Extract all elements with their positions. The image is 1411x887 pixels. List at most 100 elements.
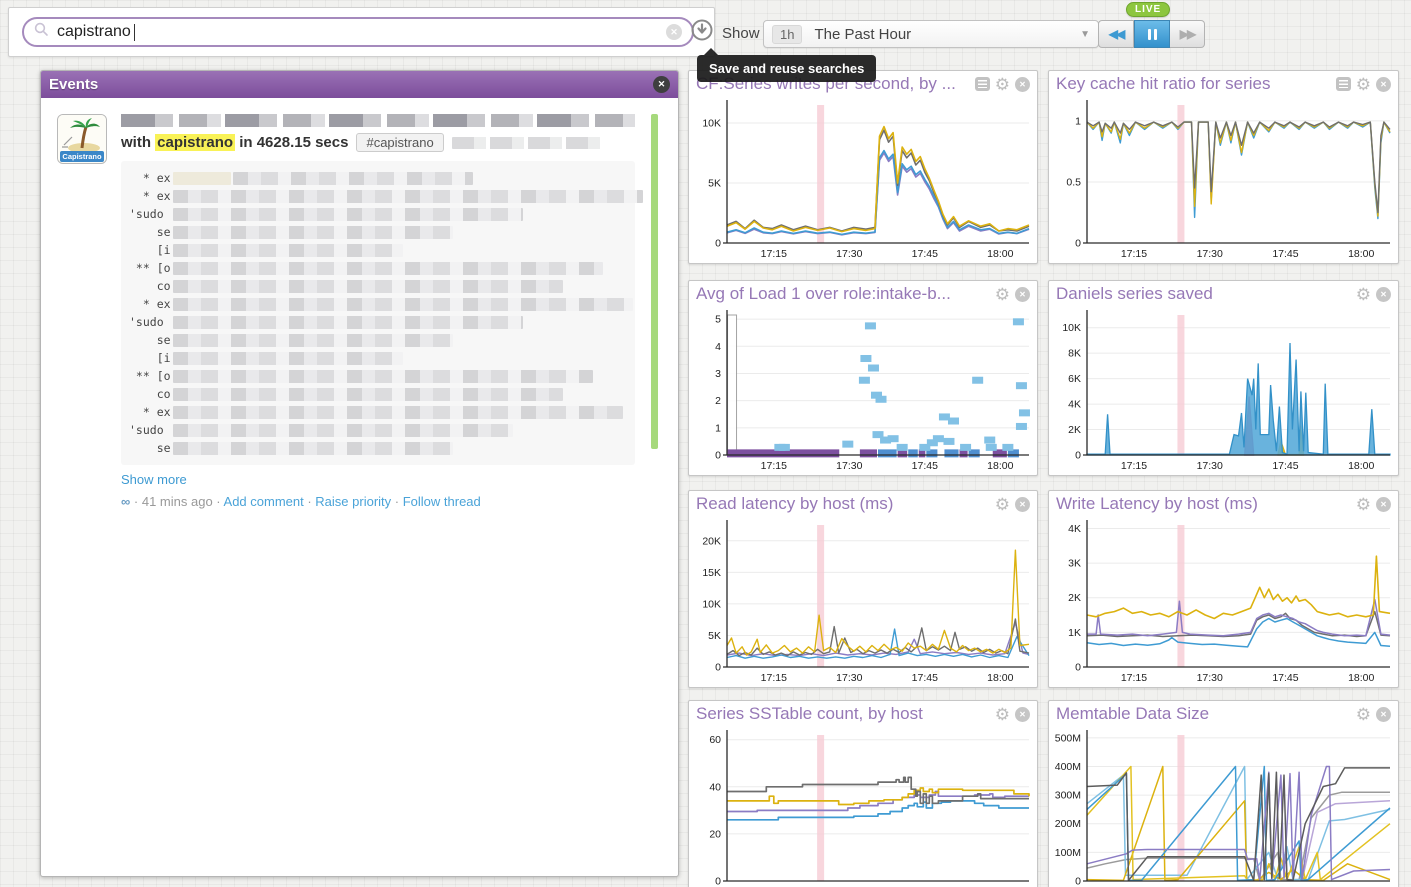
close-icon[interactable]: ✕ bbox=[1376, 77, 1391, 92]
rewind-button[interactable]: ◀◀ bbox=[1098, 20, 1134, 48]
permalink-icon[interactable]: ∞ bbox=[121, 494, 130, 509]
list-icon[interactable] bbox=[1336, 77, 1351, 91]
event-status-bar bbox=[651, 114, 658, 449]
svg-text:4K: 4K bbox=[1068, 399, 1081, 411]
svg-text:17:45: 17:45 bbox=[912, 460, 938, 472]
svg-text:4K: 4K bbox=[1068, 523, 1081, 535]
svg-text:200M: 200M bbox=[1055, 818, 1081, 830]
close-icon[interactable]: ✕ bbox=[1015, 707, 1030, 722]
fast-forward-button[interactable]: ▶▶ bbox=[1170, 20, 1205, 48]
svg-text:2K: 2K bbox=[1068, 592, 1081, 604]
gear-icon[interactable]: ⚙ bbox=[995, 496, 1010, 513]
chart-card-daniels-series: Daniels series saved ⚙✕ 02K4K6K8K10K17:1… bbox=[1048, 280, 1399, 476]
chart-canvas-read-latency[interactable]: 05K10K15K20K17:1517:3017:4518:00 bbox=[689, 517, 1037, 687]
gear-icon[interactable]: ⚙ bbox=[1356, 76, 1371, 93]
gear-icon[interactable]: ⚙ bbox=[1356, 706, 1371, 723]
svg-text:10K: 10K bbox=[1062, 322, 1081, 334]
events-close-icon[interactable]: ✕ bbox=[653, 76, 670, 93]
close-icon[interactable]: ✕ bbox=[1376, 287, 1391, 302]
timeframe-dropdown[interactable]: 1h The Past Hour ▼ bbox=[763, 20, 1099, 48]
event-meta: ∞ · 41 mins ago · Add comment · Raise pr… bbox=[121, 494, 637, 509]
svg-text:20K: 20K bbox=[702, 535, 721, 547]
chevron-down-icon: ▼ bbox=[1080, 29, 1090, 40]
save-search-button[interactable] bbox=[691, 19, 713, 41]
svg-text:17:15: 17:15 bbox=[1121, 672, 1147, 684]
svg-text:1K: 1K bbox=[1068, 627, 1081, 639]
svg-text:17:45: 17:45 bbox=[1272, 672, 1298, 684]
chart-card-writes-per-second: CF:Series writes per second, by ... ⚙✕ 0… bbox=[688, 70, 1038, 264]
svg-text:0: 0 bbox=[715, 876, 721, 887]
events-panel-header: Events ✕ bbox=[41, 71, 678, 98]
svg-text:500M: 500M bbox=[1055, 732, 1081, 744]
chart-title: Daniels series saved bbox=[1056, 284, 1356, 304]
code-line: se bbox=[129, 223, 627, 241]
pause-button[interactable] bbox=[1134, 20, 1170, 48]
svg-text:60: 60 bbox=[709, 734, 721, 746]
code-line: ** [o bbox=[129, 367, 627, 385]
close-icon[interactable]: ✕ bbox=[1015, 497, 1030, 512]
chart-canvas-load-avg[interactable]: 01234517:1517:3017:4518:00 bbox=[689, 307, 1037, 475]
playback-controls: ◀◀ ▶▶ bbox=[1098, 20, 1205, 48]
code-line: 'sudo bbox=[129, 313, 627, 331]
capistrano-logo: Capistrano bbox=[57, 114, 107, 164]
list-icon[interactable] bbox=[975, 77, 990, 91]
svg-text:18:00: 18:00 bbox=[987, 460, 1013, 472]
close-icon[interactable]: ✕ bbox=[1376, 707, 1391, 722]
gear-icon[interactable]: ⚙ bbox=[995, 286, 1010, 303]
svg-text:17:45: 17:45 bbox=[912, 672, 938, 684]
chart-canvas-sstable-count[interactable]: 020406017:1517:3017:4518:00 bbox=[689, 727, 1037, 887]
raise-priority-link[interactable]: Raise priority bbox=[315, 494, 391, 509]
close-icon[interactable]: ✕ bbox=[1015, 77, 1030, 92]
show-more-link[interactable]: Show more bbox=[121, 472, 637, 487]
code-line: [i bbox=[129, 349, 627, 367]
code-line: se bbox=[129, 439, 627, 457]
svg-text:10K: 10K bbox=[702, 598, 721, 610]
chart-card-sstable-count: Series SSTable count, by host ⚙✕ 0204060… bbox=[688, 700, 1038, 887]
text-caret bbox=[134, 24, 135, 41]
svg-text:17:45: 17:45 bbox=[1272, 248, 1298, 260]
svg-text:1: 1 bbox=[715, 422, 721, 434]
chart-canvas-daniels-series[interactable]: 02K4K6K8K10K17:1517:3017:4518:00 bbox=[1049, 307, 1398, 475]
gear-icon[interactable]: ⚙ bbox=[995, 706, 1010, 723]
gear-icon[interactable]: ⚙ bbox=[995, 76, 1010, 93]
chart-canvas-write-latency[interactable]: 01K2K3K4K17:1517:3017:4518:00 bbox=[1049, 517, 1398, 687]
save-search-tooltip: Save and reuse searches bbox=[697, 55, 876, 82]
svg-text:18:00: 18:00 bbox=[1348, 460, 1374, 472]
svg-text:2: 2 bbox=[715, 395, 721, 407]
gear-icon[interactable]: ⚙ bbox=[1356, 496, 1371, 513]
svg-text:0: 0 bbox=[715, 238, 721, 250]
svg-text:40: 40 bbox=[709, 781, 721, 793]
svg-text:1: 1 bbox=[1075, 115, 1081, 127]
chart-canvas-memtable-size[interactable]: 0100M200M300M400M500M17:1517:3017:4518:0… bbox=[1049, 727, 1398, 887]
events-panel: Events ✕ Capistrano bbox=[40, 70, 679, 877]
event-main: with capistrano in 4628.15 secs #capistr… bbox=[121, 114, 637, 509]
search-input[interactable]: capistrano ✕ bbox=[22, 17, 694, 47]
follow-thread-link[interactable]: Follow thread bbox=[403, 494, 481, 509]
svg-text:17:30: 17:30 bbox=[1197, 248, 1223, 260]
chart-canvas-writes-per-second[interactable]: 05K10K17:1517:3017:4518:00 bbox=[689, 97, 1037, 263]
svg-text:17:15: 17:15 bbox=[761, 672, 787, 684]
close-icon[interactable]: ✕ bbox=[1015, 287, 1030, 302]
chart-canvas-key-cache[interactable]: 00.5117:1517:3017:4518:00 bbox=[1049, 97, 1398, 263]
svg-text:0: 0 bbox=[1075, 876, 1081, 887]
event-item[interactable]: Capistrano with capistrano in 4628.15 se… bbox=[41, 98, 678, 523]
add-comment-link[interactable]: Add comment bbox=[224, 494, 304, 509]
show-label: Show bbox=[722, 25, 760, 42]
code-line: [i bbox=[129, 241, 627, 259]
svg-text:6K: 6K bbox=[1068, 373, 1081, 385]
gear-icon[interactable]: ⚙ bbox=[1356, 286, 1371, 303]
chart-card-write-latency: Write Latency by host (ms) ⚙✕ 01K2K3K4K1… bbox=[1048, 490, 1399, 688]
svg-text:17:15: 17:15 bbox=[1121, 460, 1147, 472]
code-line: co bbox=[129, 277, 627, 295]
svg-text:0: 0 bbox=[1075, 238, 1081, 250]
live-badge: LIVE bbox=[1126, 2, 1170, 17]
code-line: * ex bbox=[129, 169, 627, 187]
svg-text:17:30: 17:30 bbox=[836, 460, 862, 472]
close-icon[interactable]: ✕ bbox=[1376, 497, 1391, 512]
event-tag[interactable]: #capistrano bbox=[356, 133, 443, 152]
svg-text:5K: 5K bbox=[708, 630, 721, 642]
event-host-redacted bbox=[452, 137, 602, 149]
code-line: * ex bbox=[129, 295, 627, 313]
search-icon bbox=[34, 22, 49, 42]
clear-search-icon[interactable]: ✕ bbox=[666, 24, 682, 40]
